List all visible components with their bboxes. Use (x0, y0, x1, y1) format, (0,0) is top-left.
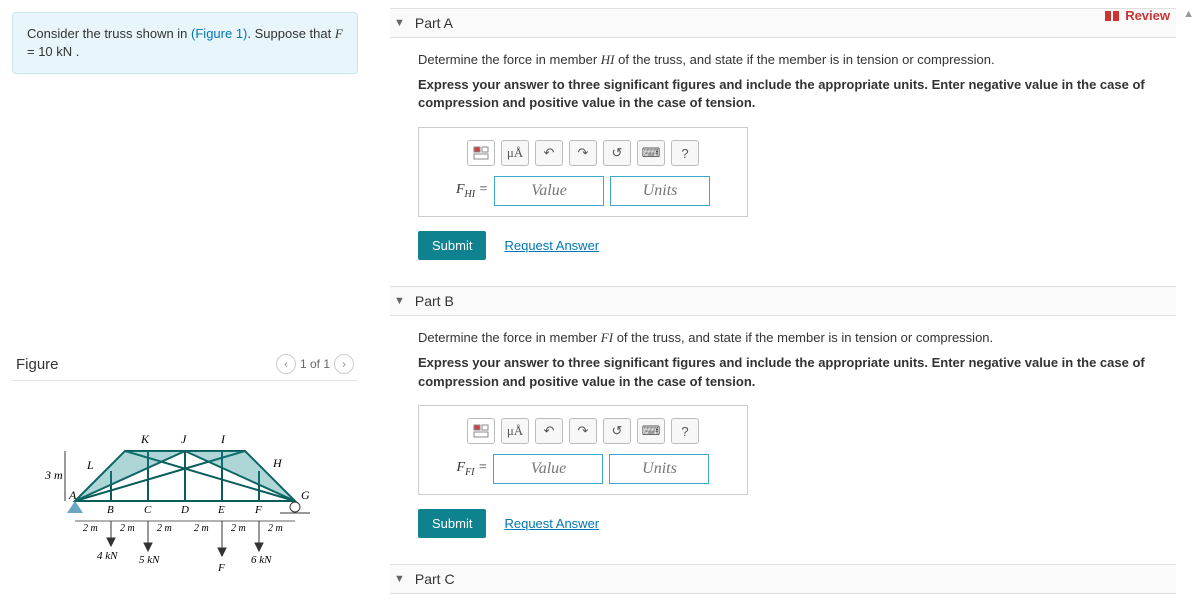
part-b-var: FFI = (457, 460, 488, 478)
part-b-value-input[interactable] (493, 454, 603, 484)
part-a-var: FHI = (456, 182, 488, 200)
svg-text:2 m: 2 m (83, 523, 98, 534)
part-b-answer-box: μÅ ↶ ↷ ↺ ⌨ ? FFI = (418, 405, 748, 495)
part-a-instructions: Express your answer to three significant… (418, 76, 1176, 114)
svg-text:2 m: 2 m (194, 523, 209, 534)
part-a-units-input[interactable] (610, 176, 710, 206)
divider (12, 380, 358, 381)
part-a-prompt: Determine the force in member HI of the … (418, 50, 1176, 70)
svg-text:F: F (217, 562, 225, 574)
problem-statement: Consider the truss shown in (Figure 1). … (12, 12, 358, 74)
svg-text:B: B (107, 504, 114, 516)
pager-prev-icon[interactable]: ‹ (276, 354, 296, 374)
part-a-title: Part A (415, 15, 453, 31)
truss-figure: 3 m K J I H G L A B C D E F (25, 401, 345, 591)
part-a-request-link[interactable]: Request Answer (504, 238, 599, 253)
help-icon[interactable]: ? (671, 140, 699, 166)
caret-down-icon: ▼ (394, 573, 405, 585)
problem-text-2: . Suppose that (247, 26, 334, 41)
problem-text-1: Consider the truss shown in (27, 26, 191, 41)
template-icon[interactable] (467, 140, 495, 166)
review-label: Review (1125, 8, 1170, 23)
figure-link[interactable]: (Figure 1) (191, 26, 247, 41)
node-L: L (86, 458, 94, 472)
svg-text:2 m: 2 m (268, 523, 283, 534)
part-a-value-input[interactable] (494, 176, 604, 206)
scroll-up-icon[interactable]: ▲ (1183, 8, 1194, 20)
caret-down-icon: ▼ (394, 17, 405, 29)
figure-title: Figure (16, 356, 59, 373)
part-a-header[interactable]: ▼ Part A (390, 8, 1176, 38)
part-c: ▼ Part C Determine the force in member E… (390, 564, 1176, 606)
svg-text:4 kN: 4 kN (97, 550, 118, 562)
undo-icon[interactable]: ↶ (535, 140, 563, 166)
part-a-answer-box: μÅ ↶ ↷ ↺ ⌨ ? FHI = (418, 127, 748, 217)
keyboard-icon[interactable]: ⌨ (637, 418, 665, 444)
part-b-request-link[interactable]: Request Answer (504, 516, 599, 531)
node-A: A (68, 488, 77, 502)
svg-text:D: D (180, 504, 189, 516)
svg-text:5 kN: 5 kN (139, 554, 160, 566)
part-b-submit-button[interactable]: Submit (418, 509, 486, 538)
part-b-instructions: Express your answer to three significant… (418, 354, 1176, 392)
node-I: I (220, 432, 226, 446)
review-icon (1105, 11, 1119, 21)
caret-down-icon: ▼ (394, 295, 405, 307)
svg-text:C: C (144, 504, 152, 516)
figure-panel: Figure ‹ 1 of 1 › (12, 354, 358, 591)
redo-icon[interactable]: ↷ (569, 418, 597, 444)
part-b-prompt: Determine the force in member FI of the … (418, 328, 1176, 348)
node-G: G (301, 488, 310, 502)
part-a: ▼ Part A Determine the force in member H… (390, 8, 1176, 260)
part-c-header[interactable]: ▼ Part C (390, 564, 1176, 594)
svg-text:3 m: 3 m (44, 468, 63, 482)
units-icon[interactable]: μÅ (501, 140, 529, 166)
redo-icon[interactable]: ↷ (569, 140, 597, 166)
reset-icon[interactable]: ↺ (603, 140, 631, 166)
svg-text:6 kN: 6 kN (251, 554, 272, 566)
svg-text:E: E (217, 504, 225, 516)
reset-icon[interactable]: ↺ (603, 418, 631, 444)
part-c-title: Part C (415, 571, 455, 587)
svg-text:2 m: 2 m (157, 523, 172, 534)
part-b-header[interactable]: ▼ Part B (390, 286, 1176, 316)
pager-text: 1 of 1 (300, 357, 330, 371)
node-K: K (140, 432, 150, 446)
figure-pager: ‹ 1 of 1 › (276, 354, 354, 374)
svg-text:F: F (254, 504, 262, 516)
part-b-units-input[interactable] (609, 454, 709, 484)
units-icon[interactable]: μÅ (501, 418, 529, 444)
review-button[interactable]: Review (1105, 8, 1170, 23)
part-b-title: Part B (415, 293, 454, 309)
pager-next-icon[interactable]: › (334, 354, 354, 374)
undo-icon[interactable]: ↶ (535, 418, 563, 444)
part-b: ▼ Part B Determine the force in member F… (390, 286, 1176, 538)
keyboard-icon[interactable]: ⌨ (637, 140, 665, 166)
problem-var: F (335, 26, 343, 41)
svg-text:2 m: 2 m (120, 523, 135, 534)
part-a-submit-button[interactable]: Submit (418, 231, 486, 260)
help-icon[interactable]: ? (671, 418, 699, 444)
svg-text:2 m: 2 m (231, 523, 246, 534)
template-icon[interactable] (467, 418, 495, 444)
node-H: H (272, 456, 283, 470)
problem-eq: = 10 kN . (27, 44, 79, 59)
node-J: J (181, 432, 187, 446)
